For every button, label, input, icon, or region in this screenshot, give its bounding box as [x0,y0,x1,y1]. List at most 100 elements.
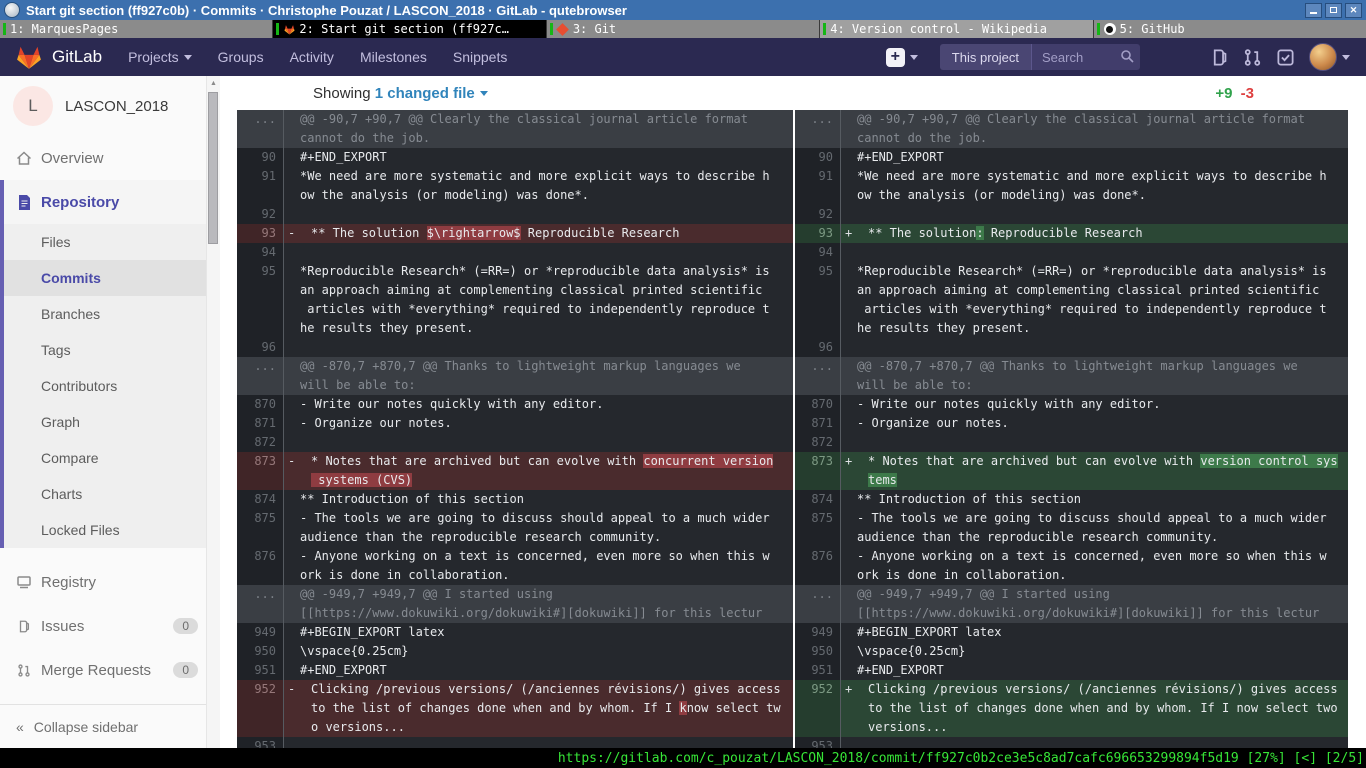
sidebar-item-registry[interactable]: Registry [0,560,220,604]
browser-tab-2-active[interactable]: 2: Start git section (ff927c… [272,20,545,38]
line-number[interactable]: 949 [795,623,840,642]
code-line-content: *Reproducible Research* (=RR=) or *repro… [283,262,793,338]
diff-row: 93+** The solution: Reproducible Researc… [795,224,1348,243]
line-number[interactable]: 870 [795,395,840,414]
browser-tab-1[interactable]: 1: MarquesPages [0,20,272,38]
line-number[interactable]: 90 [237,148,283,167]
line-number[interactable]: 951 [237,661,283,680]
diff-row: 871- Organize our notes. [795,414,1348,433]
merge-request-icon[interactable] [1243,48,1262,67]
brand-name: GitLab [52,47,102,67]
scroll-up-icon[interactable]: ▲ [207,76,220,90]
sidebar-item-repository[interactable]: Repository [4,180,220,224]
line-number[interactable]: 870 [237,395,283,414]
search-icon [1120,49,1134,63]
sidebar-item-merge-requests[interactable]: Merge Requests 0 [0,648,220,692]
line-number[interactable]: 874 [237,490,283,509]
minimize-icon[interactable] [1305,3,1322,18]
diff-row: 874** Introduction of this section [237,490,793,509]
line-number[interactable]: 92 [237,205,283,224]
line-number[interactable]: 873 [795,452,840,490]
line-number[interactable]: 872 [795,433,840,452]
changed-file-dropdown[interactable]: 1 changed file [375,85,488,102]
line-number[interactable]: 91 [237,167,283,205]
line-number[interactable]: 95 [795,262,840,338]
close-icon[interactable]: ✕ [1345,3,1362,18]
browser-tab-5[interactable]: 5: GitHub [1093,20,1366,38]
home-icon [16,151,32,166]
project-header[interactable]: L LASCON_2018 [0,76,220,136]
nav-groups[interactable]: Groups [218,49,264,65]
code-line-content: -Clicking /previous versions/ (/ancienne… [283,680,793,737]
line-number[interactable]: 875 [237,509,283,547]
diff-summary-bar: Showing 1 changed file +9 -3 [220,76,1366,110]
browser-tab-4[interactable]: 4: Version control - Wikipedia [819,20,1092,38]
sidebar-item-tags[interactable]: Tags [4,332,220,368]
hunk-gutter: ... [237,585,283,623]
line-number[interactable]: 950 [795,642,840,661]
sidebar-item-locked-files[interactable]: Locked Files [4,512,220,548]
new-menu-button[interactable]: + [886,48,918,67]
user-menu[interactable] [1309,43,1350,71]
restore-icon[interactable] [1325,3,1342,18]
scrollbar-thumb[interactable] [208,92,218,244]
chevron-down-icon [480,91,488,96]
window-titlebar: Start git section (ff927c0b) · Commits ·… [0,0,1366,20]
code-line-content: #+BEGIN_EXPORT latex [283,623,793,642]
sidebar-item-charts[interactable]: Charts [4,476,220,512]
line-number[interactable]: 92 [795,205,840,224]
sidebar-item-branches[interactable]: Branches [4,296,220,332]
sidebar-scrollbar[interactable]: ▲ [206,76,220,748]
code-line-content: +* Notes that are archived but can evolv… [840,452,1348,490]
line-number[interactable]: 953 [237,737,283,748]
gitlab-logo[interactable]: GitLab [16,45,102,69]
nav-milestones[interactable]: Milestones [360,49,427,65]
chevron-down-icon [910,55,918,60]
parallel-diff-view: ...@@ -90,7 +90,7 @@ Clearly the classic… [237,110,1348,748]
line-number[interactable]: 950 [237,642,283,661]
line-number[interactable]: 871 [795,414,840,433]
line-number[interactable]: 95 [237,262,283,338]
line-number[interactable]: 952 [795,680,840,737]
line-number[interactable]: 952 [237,680,283,737]
line-number[interactable]: 872 [237,433,283,452]
line-number[interactable]: 91 [795,167,840,205]
sidebar-item-graph[interactable]: Graph [4,404,220,440]
browser-tab-3[interactable]: 3: Git [546,20,819,38]
nav-projects[interactable]: Projects [128,49,192,65]
search-scope-badge[interactable]: This project [940,44,1032,70]
word-diff-highlight: version control sys [1200,454,1337,468]
code-line-content: - The tools we are going to discuss shou… [283,509,793,547]
line-number[interactable]: 951 [795,661,840,680]
line-number[interactable]: 873 [237,452,283,490]
line-number[interactable]: 90 [795,148,840,167]
diff-row: 871- Organize our notes. [237,414,793,433]
line-number[interactable]: 94 [795,243,840,262]
line-number[interactable]: 876 [795,547,840,585]
nav-activity[interactable]: Activity [290,49,334,65]
sidebar-item-files[interactable]: Files [4,224,220,260]
sidebar-item-compare[interactable]: Compare [4,440,220,476]
issues-icon[interactable] [1210,48,1229,67]
line-number[interactable]: 876 [237,547,283,585]
sidebar-item-commits[interactable]: Commits [4,260,220,296]
line-number[interactable]: 96 [237,338,283,357]
collapse-sidebar-button[interactable]: « Collapse sidebar [0,704,220,748]
line-number[interactable]: 94 [237,243,283,262]
diff-row: 951#+END_EXPORT [795,661,1348,680]
sidebar-item-issues[interactable]: Issues 0 [0,604,220,648]
line-number[interactable]: 949 [237,623,283,642]
code-line-content: #+END_EXPORT [840,661,1348,680]
sidebar-item-contributors[interactable]: Contributors [4,368,220,404]
todo-check-icon[interactable] [1276,48,1295,67]
hunk-gutter: ... [237,110,283,148]
line-number[interactable]: 871 [237,414,283,433]
line-number[interactable]: 93 [237,224,283,243]
line-number[interactable]: 96 [795,338,840,357]
line-number[interactable]: 953 [795,737,840,748]
line-number[interactable]: 93 [795,224,840,243]
nav-snippets[interactable]: Snippets [453,49,507,65]
line-number[interactable]: 875 [795,509,840,547]
line-number[interactable]: 874 [795,490,840,509]
sidebar-item-overview[interactable]: Overview [0,136,220,180]
